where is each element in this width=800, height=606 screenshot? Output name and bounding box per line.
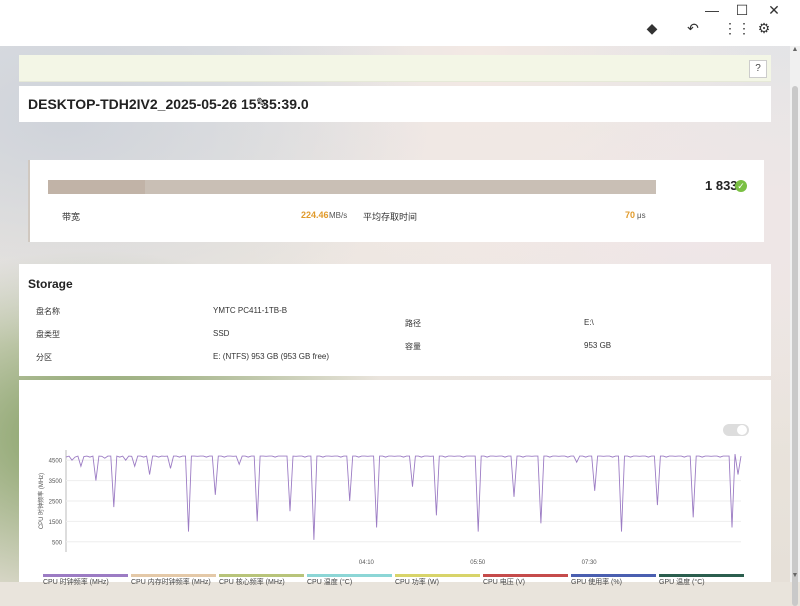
path-value: E:\ bbox=[584, 318, 594, 327]
result-card: 1 833 ✓ 带宽 224.46 MB/s 平均存取时间 70 μs bbox=[28, 160, 764, 242]
legend-label: GPU 温度 (°C) bbox=[659, 579, 705, 586]
y-tick-label: 500 bbox=[52, 540, 63, 546]
scroll-down-icon[interactable]: ▼ bbox=[790, 572, 800, 579]
help-button[interactable]: ? bbox=[749, 60, 767, 78]
title-bar: — ☐ ✕ ◆ ↶ ⋮⋮ ⚙ bbox=[0, 0, 800, 46]
drive-name-label: 盘名称 bbox=[36, 307, 60, 316]
latency-label: 平均存取时间 bbox=[363, 212, 418, 222]
grid-icon[interactable]: ⋮⋮ bbox=[723, 20, 751, 37]
x-tick-label: 04:10 bbox=[359, 560, 375, 566]
storage-title: Storage bbox=[28, 277, 73, 291]
partition-label: 分区 bbox=[36, 353, 52, 362]
partition-value: E: (NTFS) 953 GB (953 GB free) bbox=[213, 352, 330, 361]
storage-card: Storage 盘名称 YMTC PC411-1TB-B 盘类型 SSD 分区 … bbox=[19, 264, 771, 376]
score-value: 1 833 bbox=[705, 178, 738, 193]
drive-type-label: 盘类型 bbox=[36, 330, 60, 339]
drive-name-value: YMTC PC411-1TB-B bbox=[213, 306, 288, 315]
settings-icon[interactable]: ⚙ bbox=[754, 20, 774, 37]
legend-label: GPU 使用率 (%) bbox=[571, 579, 622, 586]
path-label: 路径 bbox=[405, 319, 421, 328]
check-icon: ✓ bbox=[735, 180, 747, 192]
legend-label: CPU 时钟频率 (MHz) bbox=[43, 579, 109, 586]
pin-icon[interactable]: ◆ bbox=[642, 20, 662, 37]
capacity-value: 953 GB bbox=[584, 341, 612, 350]
legend-label: CPU 功率 (W) bbox=[395, 579, 439, 586]
x-tick-label: 05:50 bbox=[470, 560, 486, 566]
latency-value: 70 bbox=[625, 210, 636, 220]
y-tick-label: 3500 bbox=[49, 479, 63, 485]
monitoring-card: 4500 3500 2500 1500 500 CPU 时钟频率 (MHz) 04:10 05… bbox=[19, 380, 771, 586]
bandwidth-label: 带宽 bbox=[62, 212, 81, 222]
undo-icon[interactable]: ↶ bbox=[683, 20, 703, 37]
legend-label: CPU 温度 (°C) bbox=[307, 579, 353, 586]
scrollbar-thumb[interactable] bbox=[792, 86, 798, 606]
legend-label: CPU 电压 (V) bbox=[483, 579, 525, 586]
maximize-button[interactable]: ☐ bbox=[728, 2, 756, 19]
legend-label: CPU 内存时钟频率 (MHz) bbox=[131, 579, 211, 586]
bandwidth-unit: MB/s bbox=[329, 211, 348, 220]
minimize-button[interactable]: — bbox=[698, 2, 726, 18]
y-tick-label: 2500 bbox=[49, 500, 63, 506]
latency-unit: μs bbox=[637, 211, 646, 220]
vertical-scrollbar[interactable]: ▲ ▼ bbox=[790, 46, 800, 606]
y-axis-label: CPU 时钟频率 (MHz) bbox=[37, 473, 45, 529]
x-tick-label: 07:30 bbox=[582, 560, 598, 566]
score-bar-fill bbox=[48, 180, 146, 194]
series-line bbox=[65, 454, 742, 540]
scroll-up-icon[interactable]: ▲ bbox=[790, 46, 800, 53]
y-tick-label: 4500 bbox=[49, 459, 63, 465]
help-bar: ? bbox=[19, 55, 771, 82]
edit-pencil-icon[interactable]: ✎ bbox=[256, 95, 267, 111]
legend-label: CPU 核心频率 (MHz) bbox=[219, 579, 285, 586]
result-header: DESKTOP-TDH2IV2_2025-05-26 15:35:39.0 ✎ bbox=[19, 86, 771, 122]
drive-type-value: SSD bbox=[213, 329, 230, 338]
score-bar bbox=[48, 180, 656, 194]
close-button[interactable]: ✕ bbox=[760, 2, 788, 19]
y-tick-label: 1500 bbox=[49, 520, 63, 526]
capacity-label: 容量 bbox=[405, 342, 421, 351]
bandwidth-value: 224.46 bbox=[301, 210, 329, 220]
frequency-chart: 4500 3500 2500 1500 500 CPU 时钟频率 (MHz) 04:10 05… bbox=[37, 450, 742, 566]
